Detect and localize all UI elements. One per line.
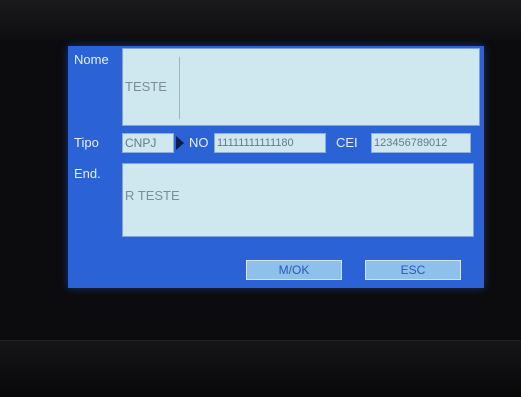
nome-label: Nome xyxy=(74,52,109,67)
tipo-select[interactable]: CNPJ xyxy=(122,133,174,153)
no-value: 11111111111180 xyxy=(217,137,294,149)
esc-button[interactable]: ESC xyxy=(365,260,461,280)
end-field[interactable]: R TESTE xyxy=(122,163,474,237)
cei-field[interactable]: 123456789012 xyxy=(371,133,471,153)
nome-value: TESTE xyxy=(125,79,167,94)
end-label: End. xyxy=(74,166,101,181)
device-bezel-top xyxy=(0,0,521,40)
end-value: R TESTE xyxy=(125,188,180,203)
no-label: NO xyxy=(189,135,209,150)
no-field[interactable]: 11111111111180 xyxy=(214,133,326,153)
text-cursor xyxy=(179,57,180,119)
cei-value: 123456789012 xyxy=(374,137,448,149)
triangle-right-icon[interactable] xyxy=(176,136,184,150)
cei-label: CEI xyxy=(336,135,358,150)
form-screen: Nome TESTE Tipo CNPJ NO 11111111111180 C… xyxy=(68,46,484,288)
nome-field[interactable]: TESTE xyxy=(122,48,480,126)
tipo-value: CNPJ xyxy=(125,136,157,150)
tipo-label: Tipo xyxy=(74,135,99,150)
ok-button[interactable]: M/OK xyxy=(246,260,342,280)
device-bezel-bottom xyxy=(0,340,521,397)
